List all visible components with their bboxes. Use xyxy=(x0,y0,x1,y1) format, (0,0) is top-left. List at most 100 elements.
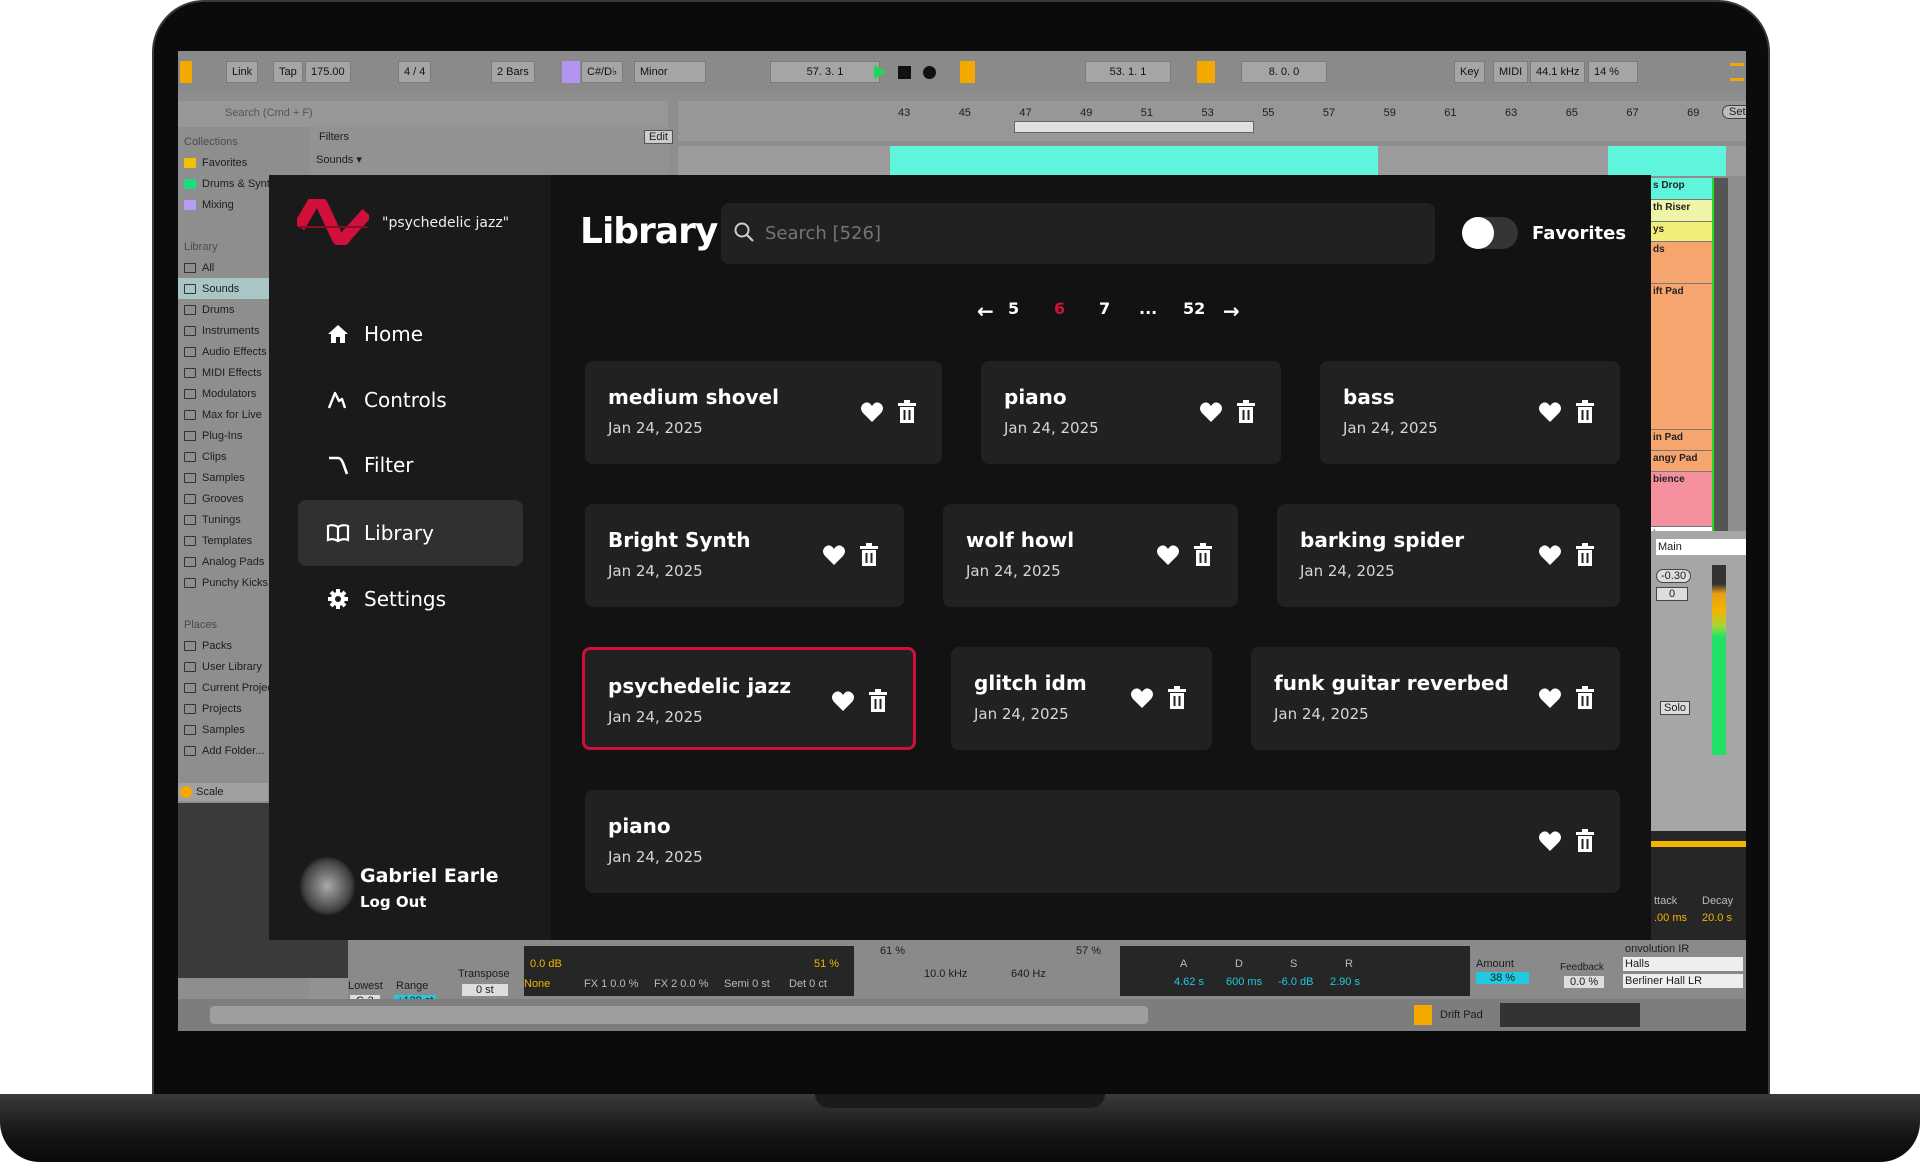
favorite-heart-icon[interactable] xyxy=(1538,544,1562,566)
favorite-heart-icon[interactable] xyxy=(1538,401,1562,423)
library-item-card[interactable]: barking spider Jan 24, 2025 xyxy=(1277,504,1620,607)
nav-home[interactable]: Home xyxy=(298,301,523,367)
library-item-card[interactable]: bass Jan 24, 2025 xyxy=(1320,361,1620,464)
browser-item[interactable]: Favorites xyxy=(178,152,308,173)
track-header[interactable]: ys xyxy=(1650,222,1728,242)
nav-library[interactable]: Library xyxy=(298,500,523,566)
track-header[interactable]: ds xyxy=(1650,242,1728,284)
logout-link[interactable]: Log Out xyxy=(360,893,426,911)
favorites-toggle[interactable] xyxy=(1462,217,1518,249)
quantize-select[interactable]: 2 Bars xyxy=(491,61,535,83)
midi-clip[interactable] xyxy=(890,146,1378,176)
library-item-card[interactable]: Bright Synth Jan 24, 2025 xyxy=(585,504,904,607)
favorite-heart-icon[interactable] xyxy=(831,690,855,712)
arrangement-toggle[interactable] xyxy=(180,61,192,83)
set-button[interactable]: Set xyxy=(1722,105,1746,119)
solo-button[interactable]: Solo xyxy=(1660,701,1691,715)
track-header[interactable]: angy Pad xyxy=(1650,451,1728,472)
filters-label[interactable]: Filters xyxy=(319,131,349,143)
favorite-heart-icon[interactable] xyxy=(860,401,884,423)
adsr-value[interactable]: 4.62 s xyxy=(1174,976,1204,988)
favorite-heart-icon[interactable] xyxy=(1199,401,1223,423)
ir-category-select[interactable]: Halls xyxy=(1623,957,1743,971)
favorite-heart-icon[interactable] xyxy=(1156,544,1180,566)
delete-trash-icon[interactable] xyxy=(1575,829,1595,853)
page-link[interactable]: 52 xyxy=(1183,299,1205,318)
transpose-field[interactable]: 0 st xyxy=(462,984,508,996)
library-item-card[interactable]: glitch idm Jan 24, 2025 xyxy=(951,647,1212,750)
delete-trash-icon[interactable] xyxy=(1236,400,1256,424)
library-item-card[interactable]: medium shovel Jan 24, 2025 xyxy=(585,361,942,464)
adsr-value[interactable]: 2.90 s xyxy=(1330,976,1360,988)
loop-brace[interactable] xyxy=(1014,121,1254,133)
device-overview[interactable] xyxy=(1500,1003,1640,1027)
track-fold-icon[interactable] xyxy=(1414,1005,1432,1025)
feedback-field[interactable]: 0.0 % xyxy=(1564,976,1605,988)
track-header[interactable]: ift Pad xyxy=(1650,284,1728,430)
delete-trash-icon[interactable] xyxy=(1193,543,1213,567)
pan-field[interactable]: 0 xyxy=(1656,587,1689,601)
library-item-card[interactable]: psychedelic jazz Jan 24, 2025 xyxy=(582,647,916,750)
record-icon[interactable] xyxy=(923,66,936,79)
automation-arm-icon[interactable] xyxy=(960,61,975,83)
nav-settings[interactable]: Settings xyxy=(298,566,523,632)
favorite-heart-icon[interactable] xyxy=(1538,830,1562,852)
link-button[interactable]: Link xyxy=(226,61,259,83)
search-box[interactable] xyxy=(721,203,1435,264)
delete-trash-icon[interactable] xyxy=(1575,543,1595,567)
next-page-arrow-icon[interactable]: → xyxy=(1223,299,1240,323)
adsr-value[interactable]: 600 ms xyxy=(1226,976,1262,988)
library-item-card[interactable]: wolf howl Jan 24, 2025 xyxy=(943,504,1238,607)
loop-length[interactable]: 8. 0. 0 xyxy=(1241,61,1327,83)
library-item-card[interactable]: piano Jan 24, 2025 xyxy=(585,790,1620,893)
song-position[interactable]: 57. 3. 1 xyxy=(770,61,880,83)
midi-clip-right[interactable] xyxy=(1608,146,1726,176)
ir-file-select[interactable]: Berliner Hall LR xyxy=(1623,974,1743,988)
track-header[interactable]: in Pad xyxy=(1650,430,1728,451)
favorite-heart-icon[interactable] xyxy=(822,544,846,566)
adsr-value[interactable]: -6.0 dB xyxy=(1278,976,1313,988)
attack-value[interactable]: .00 ms xyxy=(1654,912,1687,924)
favorite-heart-icon[interactable] xyxy=(1538,687,1562,709)
user-avatar[interactable] xyxy=(300,857,355,915)
scale-mode-icon[interactable] xyxy=(562,61,580,83)
play-icon[interactable] xyxy=(874,65,887,79)
tap-button[interactable]: Tap xyxy=(273,61,303,83)
time-signature[interactable]: 4 / 4 xyxy=(398,61,432,83)
scale-select[interactable]: Minor xyxy=(634,61,706,83)
delete-trash-icon[interactable] xyxy=(1167,686,1187,710)
loop-toggle-icon[interactable] xyxy=(1197,61,1215,83)
prev-page-arrow-icon[interactable]: ← xyxy=(977,299,994,323)
page-link[interactable]: 5 xyxy=(1008,299,1019,318)
page-link[interactable]: 7 xyxy=(1099,299,1110,318)
delete-trash-icon[interactable] xyxy=(1575,400,1595,424)
sounds-filter[interactable]: Sounds ▾ xyxy=(316,153,362,166)
key-select[interactable]: C#/D♭ xyxy=(581,61,624,83)
midi-map-button[interactable]: MIDI xyxy=(1493,61,1529,83)
nav-controls[interactable]: Controls xyxy=(298,367,523,433)
volume-field[interactable]: -0.30 xyxy=(1656,569,1692,583)
delete-trash-icon[interactable] xyxy=(897,400,917,424)
delete-trash-icon[interactable] xyxy=(868,689,888,713)
library-item-card[interactable]: funk guitar reverbed Jan 24, 2025 xyxy=(1251,647,1620,750)
favorite-heart-icon[interactable] xyxy=(1130,687,1154,709)
edit-button[interactable]: Edit xyxy=(644,130,673,144)
decay-value[interactable]: 20.0 s xyxy=(1702,912,1732,924)
track-header[interactable]: bience xyxy=(1650,472,1728,527)
menu-icon[interactable] xyxy=(1730,63,1744,81)
delete-trash-icon[interactable] xyxy=(859,543,879,567)
page-link[interactable]: 6 xyxy=(1054,299,1065,318)
amount-field[interactable]: 38 % xyxy=(1476,972,1530,984)
fx-select[interactable]: None xyxy=(524,978,550,990)
stop-icon[interactable] xyxy=(898,66,911,79)
track-header[interactable]: s Drop xyxy=(1650,178,1728,200)
scale-toggle-icon[interactable] xyxy=(180,786,192,798)
library-item-card[interactable]: piano Jan 24, 2025 xyxy=(981,361,1281,464)
nav-filter[interactable]: Filter xyxy=(298,432,523,498)
loop-start[interactable]: 53. 1. 1 xyxy=(1085,61,1171,83)
key-map-button[interactable]: Key xyxy=(1454,61,1485,83)
delete-trash-icon[interactable] xyxy=(1575,686,1595,710)
browser-search[interactable]: Search (Cmd + F) xyxy=(178,101,668,127)
track-header[interactable]: th Riser xyxy=(1650,200,1728,222)
search-input[interactable] xyxy=(765,217,1405,249)
